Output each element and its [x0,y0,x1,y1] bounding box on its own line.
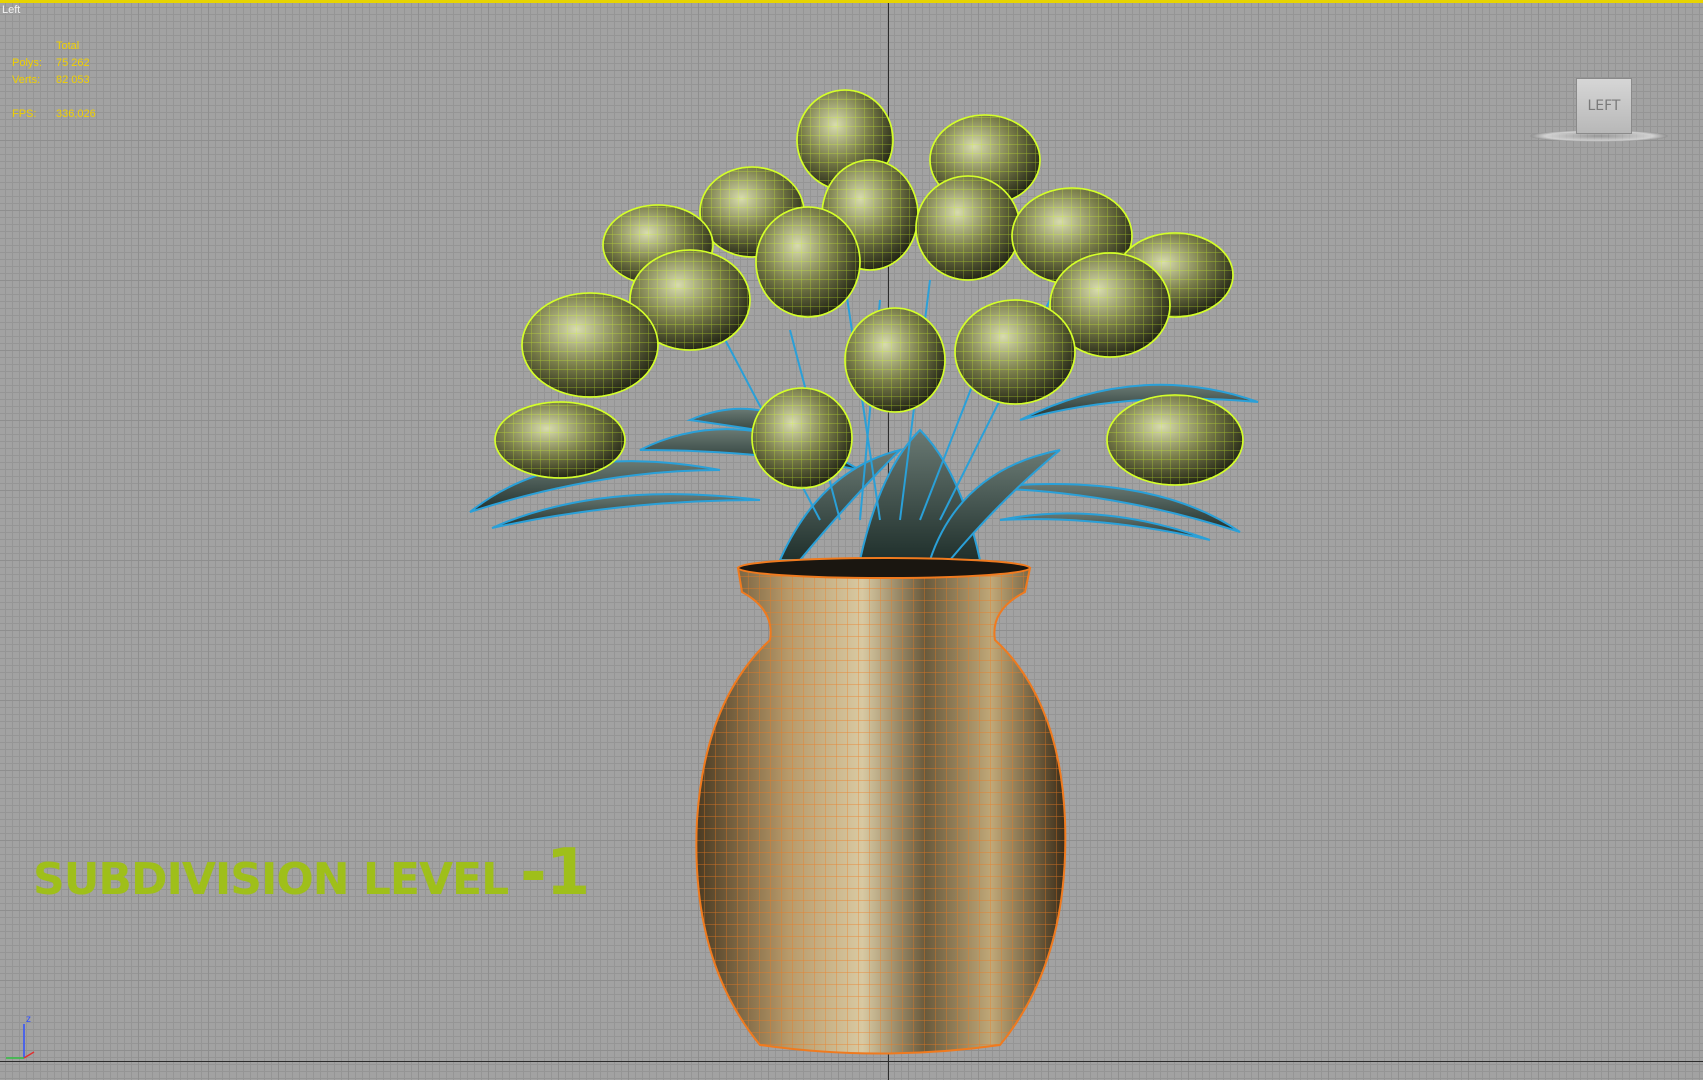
polys-label: Polys: [12,57,42,69]
subdivision-caption: SUBDIVISION LEVEL -1 [33,836,590,910]
scene-render[interactable] [0,0,1703,1080]
tulip-bud [954,299,1076,405]
stats-header: Total [56,40,80,52]
fps-label: FPS: [12,108,37,120]
view-cube[interactable]: LEFT [1530,74,1678,146]
view-cube-face-left[interactable]: LEFT [1576,78,1632,134]
tulip-bud [915,175,1021,281]
subdivision-level-value: -1 [520,836,590,910]
viewport-left[interactable]: Left Total Polys: 75 262 Verts: 82 053 FPS… [0,0,1703,1080]
leaf [491,493,761,529]
tulip-bud [755,206,861,318]
tulip-bud [521,292,659,398]
tulip-bud [751,387,853,489]
tulip-bud [1106,394,1244,486]
leaf [979,482,1241,533]
polys-value: 75 262 [56,57,90,69]
tulip-bud [844,307,946,413]
stats-overlay: Total Polys: 75 262 Verts: 82 053 FPS: 336,… [12,38,96,123]
subdivision-caption-text: SUBDIVISION LEVEL [33,854,509,905]
tulip-bud [494,401,626,479]
fps-value: 336,026 [56,108,96,120]
leaf [999,512,1211,541]
axis-z-label: z [26,1014,31,1025]
viewport-label-menu[interactable]: Left [2,4,20,16]
axis-tripod-icon: z [6,1014,35,1059]
vase [695,557,1067,1055]
verts-value: 82 053 [56,74,90,86]
verts-label: Verts: [12,74,41,86]
